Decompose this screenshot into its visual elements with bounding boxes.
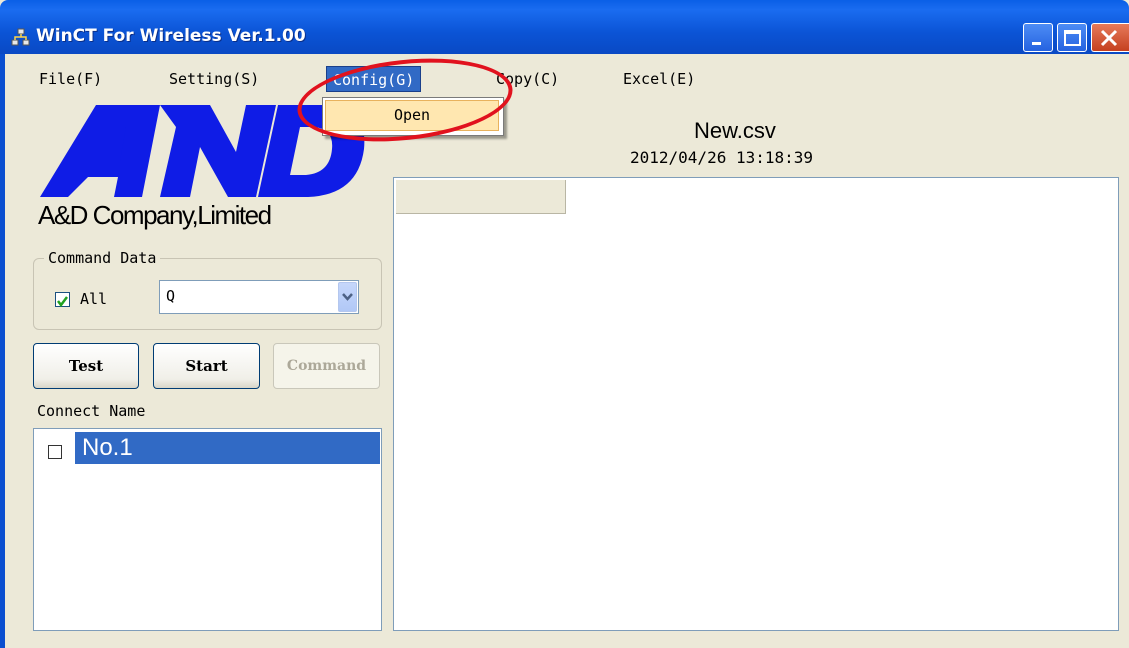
data-grid[interactable] bbox=[393, 177, 1119, 631]
all-checkbox[interactable] bbox=[55, 292, 70, 308]
menu-excel[interactable]: Excel(E) bbox=[617, 66, 701, 92]
command-select-arrow[interactable] bbox=[338, 282, 357, 312]
command-data-legend: Command Data bbox=[44, 249, 161, 267]
window-title: WinCT For Wireless Ver.1.00 bbox=[36, 26, 306, 46]
chevron-down-icon bbox=[342, 293, 353, 301]
connect-name-label: Connect Name bbox=[37, 402, 146, 420]
window-frame-left bbox=[0, 54, 5, 648]
close-button[interactable] bbox=[1091, 23, 1129, 52]
all-checkbox-label: All bbox=[80, 290, 108, 308]
menu-file[interactable]: File(F) bbox=[33, 66, 108, 92]
test-button[interactable]: Test bbox=[33, 343, 139, 389]
file-name: New.csv bbox=[694, 118, 776, 143]
minimize-button[interactable] bbox=[1023, 23, 1053, 52]
start-button[interactable]: Start bbox=[153, 343, 260, 389]
app-network-icon bbox=[11, 28, 30, 46]
connect-list[interactable]: No.1 bbox=[33, 428, 382, 631]
maximize-button[interactable] bbox=[1057, 23, 1087, 52]
connect-item-checkbox[interactable] bbox=[48, 445, 62, 459]
minimize-icon bbox=[1032, 42, 1041, 45]
command-button[interactable]: Command bbox=[273, 343, 380, 389]
company-name: A&D Company,Limited bbox=[38, 200, 272, 230]
connect-item-label: No.1 bbox=[82, 434, 133, 461]
command-select-value: Q bbox=[166, 287, 176, 305]
command-select[interactable]: Q bbox=[159, 280, 359, 314]
title-bar[interactable]: WinCT For Wireless Ver.1.00 bbox=[0, 0, 1129, 54]
grid-header-cell[interactable] bbox=[396, 180, 566, 214]
close-icon bbox=[1100, 29, 1118, 47]
maximize-icon bbox=[1064, 30, 1081, 46]
menu-setting[interactable]: Setting(S) bbox=[163, 66, 265, 92]
checkmark-icon bbox=[57, 296, 68, 308]
file-datetime: 2012/04/26 13:18:39 bbox=[630, 148, 814, 167]
